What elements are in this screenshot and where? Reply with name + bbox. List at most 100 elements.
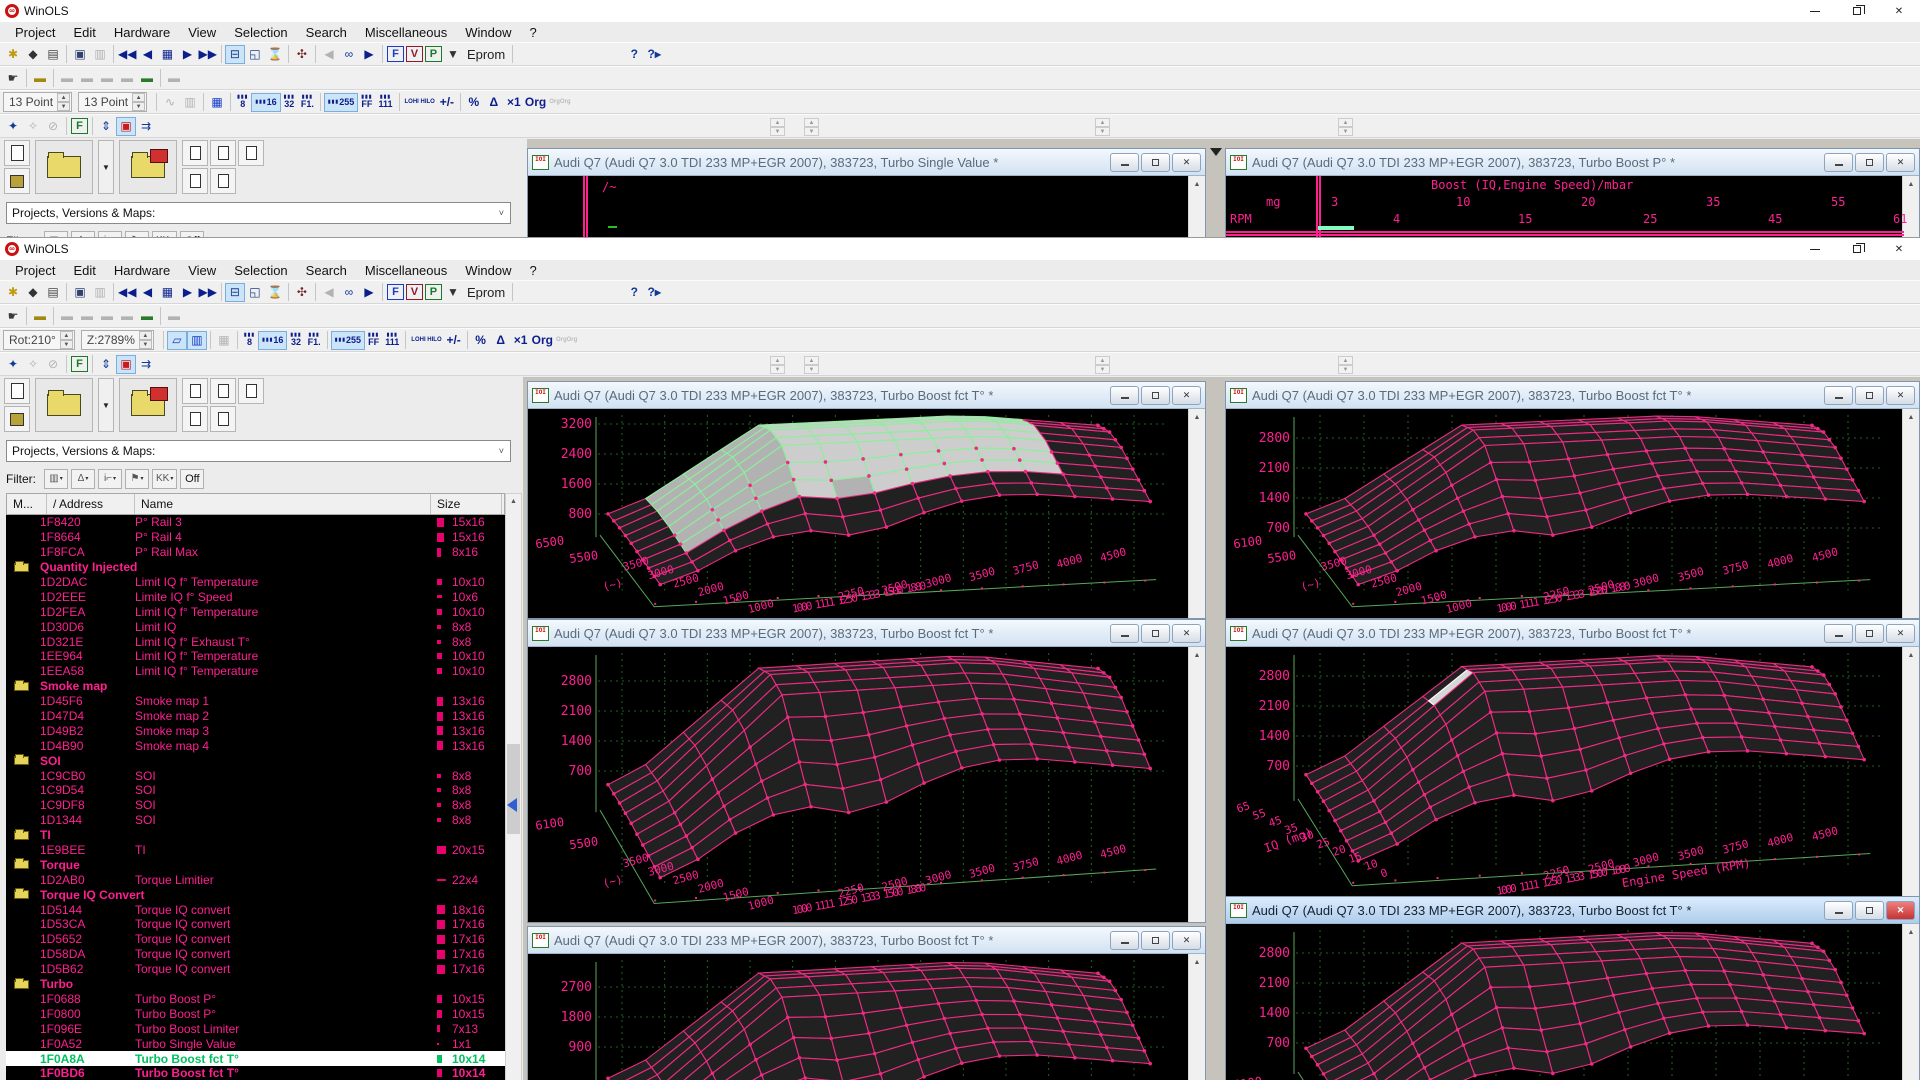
fmt-111-icon[interactable]: ▮▮▮111 <box>382 332 402 348</box>
filter-off-button[interactable]: Off <box>180 469 204 489</box>
row-spacing-icon[interactable]: ⇕ <box>96 355 116 374</box>
menu-item-selection[interactable]: Selection <box>225 262 296 279</box>
map-row[interactable]: 1D30D6Limit IQ8x8 <box>6 619 505 634</box>
column-header-name[interactable]: Name <box>135 494 431 514</box>
child-scrollbar[interactable]: ▲ <box>1188 176 1205 237</box>
rotation-spinner-up-icon[interactable]: ▲ <box>60 331 73 340</box>
map-row[interactable]: 1D1344SOI8x8 <box>6 813 505 828</box>
window-blue-icon[interactable]: ▣ <box>116 355 136 374</box>
x1-icon[interactable]: ×1 <box>504 93 524 112</box>
map-row[interactable]: 1F8664P° Rail 415x16 <box>6 530 505 545</box>
help-icon[interactable]: ? <box>624 283 644 302</box>
zoom-spinner-down-icon[interactable]: ▼ <box>139 340 152 349</box>
child-close-button[interactable]: ✕ <box>1886 624 1915 643</box>
rotation-spinner[interactable]: Rot:210°▲▼ <box>3 330 75 350</box>
col-spacing-icon[interactable]: ⇉ <box>136 117 156 136</box>
map-row[interactable]: 1D5B62Torque IQ convert17x16 <box>6 962 505 977</box>
spin-a-up-icon[interactable]: ▲ <box>770 118 785 127</box>
menu-item-hardware[interactable]: Hardware <box>105 262 179 279</box>
chip-id-icon[interactable]: ▬ <box>137 307 157 326</box>
map-folder-row[interactable]: Quantity Injected <box>6 560 505 575</box>
bits-8-icon[interactable]: ▮▮▮8 <box>234 94 251 110</box>
map-row[interactable]: 1E9BEETI20x15 <box>6 843 505 858</box>
chip-verify-icon[interactable]: ▬ <box>77 69 97 88</box>
open-project-dropdown[interactable]: ▼ <box>98 140 114 194</box>
chip-blank-icon[interactable]: ▬ <box>117 307 137 326</box>
x1-icon[interactable]: ×1 <box>511 331 531 350</box>
child-scrollbar[interactable]: ▲ <box>1902 176 1919 237</box>
menu-item-miscellaneous[interactable]: Miscellaneous <box>356 24 456 41</box>
minimize-button[interactable] <box>1794 238 1836 260</box>
map-folder-row[interactable]: Turbo <box>6 977 505 992</box>
bits-32-icon[interactable]: ▮▮▮32 <box>287 332 304 348</box>
map-wizard-icon[interactable]: ✦ <box>3 117 23 136</box>
child-close-button[interactable]: ✕ <box>1172 624 1201 643</box>
chip-erase-icon[interactable]: ▬ <box>97 69 117 88</box>
lohi-hilo-icon[interactable]: LOHI HILO <box>403 99 437 106</box>
child-titlebar[interactable]: IOIAudi Q7 (Audi Q7 3.0 TDI 233 MP+EGR 2… <box>1226 382 1919 409</box>
map-manual-icon[interactable]: ✧ <box>23 355 43 374</box>
scroll-up-icon[interactable]: ▲ <box>1189 648 1205 664</box>
nav-prev-icon[interactable]: ◀ <box>137 283 157 302</box>
version-wizard-button[interactable] <box>210 140 236 166</box>
spin-b-down-icon[interactable]: ▼ <box>804 365 819 374</box>
bars-3d-icon[interactable]: ▥ <box>180 93 200 112</box>
scroll-up-icon[interactable]: ▲ <box>1903 410 1919 426</box>
nav-first-icon[interactable]: ◀◀ <box>117 283 137 302</box>
close-button[interactable]: ✕ <box>1878 238 1920 260</box>
child-close-button[interactable]: ✕ <box>1886 901 1915 920</box>
view-dropdown-icon[interactable]: ▼ <box>443 45 463 64</box>
percent-icon[interactable]: % <box>464 93 484 112</box>
menu-item-[interactable]: ? <box>521 24 546 41</box>
value-view-icon[interactable]: V <box>406 284 423 300</box>
scroll-up-icon[interactable]: ▲ <box>1189 955 1205 971</box>
chip-write-icon[interactable]: ▬ <box>30 307 50 326</box>
chip-misc-icon[interactable]: ▬ <box>164 69 184 88</box>
chip-write-icon[interactable]: ▬ <box>30 69 50 88</box>
delta-icon[interactable]: Δ <box>484 93 504 112</box>
spin-a[interactable]: ▲▼ <box>770 118 785 136</box>
spin-b[interactable]: ▲▼ <box>804 356 819 374</box>
menu-item-[interactable]: ? <box>521 262 546 279</box>
column-header-m[interactable]: M... <box>7 494 47 514</box>
points-x-spinner-down-icon[interactable]: ▼ <box>57 102 70 111</box>
import-file-button[interactable] <box>119 378 177 432</box>
child-restore-button[interactable] <box>1141 153 1170 172</box>
nav-next-icon[interactable]: ▶ <box>177 283 197 302</box>
scroll-thumb[interactable] <box>507 744 520 834</box>
export-f-icon[interactable]: F <box>71 118 88 134</box>
bits-32-icon[interactable]: ▮▮▮32 <box>281 94 298 110</box>
col-spacing-icon[interactable]: ⇉ <box>136 355 156 374</box>
menu-item-search[interactable]: Search <box>297 24 356 41</box>
close-button[interactable]: ✕ <box>1878 0 1920 22</box>
menu-item-edit[interactable]: Edit <box>64 24 104 41</box>
child-titlebar[interactable]: IOIAudi Q7 (Audi Q7 3.0 TDI 233 MP+EGR 2… <box>528 149 1205 176</box>
column-header-size[interactable]: Size <box>431 494 502 514</box>
help-icon[interactable]: ? <box>624 45 644 64</box>
map-row[interactable]: 1F096ETurbo Boost Limiter7x13 <box>6 1021 505 1036</box>
points-y-spinner-down-icon[interactable]: ▼ <box>132 102 145 111</box>
spin-b-down-icon[interactable]: ▼ <box>804 127 819 136</box>
column-header-address[interactable]: / Address <box>47 494 135 514</box>
spin-d[interactable]: ▲▼ <box>1338 118 1353 136</box>
tree-view-icon[interactable]: ⊟ <box>225 283 245 302</box>
map-wizard-icon[interactable]: ✦ <box>3 355 23 374</box>
new-project-button[interactable] <box>4 378 30 404</box>
connect-icon[interactable]: ✣ <box>292 45 312 64</box>
child-minimize-button[interactable] <box>1824 153 1853 172</box>
menu-item-search[interactable]: Search <box>297 262 356 279</box>
nav-last-icon[interactable]: ▶▶ <box>197 45 217 64</box>
search-next-icon[interactable]: ▶ <box>359 45 379 64</box>
map-row[interactable]: 1D53CATorque IQ convert17x16 <box>6 917 505 932</box>
menu-item-miscellaneous[interactable]: Miscellaneous <box>356 262 456 279</box>
child-scrollbar[interactable]: ▲ <box>1902 924 1919 1080</box>
spin-b[interactable]: ▲▼ <box>804 118 819 136</box>
context-help-icon[interactable]: ?▸ <box>644 283 664 302</box>
child-close-button[interactable]: ✕ <box>1172 153 1201 172</box>
scroll-up-icon[interactable]: ▲ <box>1903 925 1919 941</box>
map-row[interactable]: 1D2EEELimite IQ f° Speed10x6 <box>6 589 505 604</box>
points-y-spinner-updown[interactable]: ▲▼ <box>132 93 145 111</box>
menu-item-view[interactable]: View <box>179 262 225 279</box>
bits-8-icon[interactable]: ▮▮▮8 <box>241 332 258 348</box>
restore-button[interactable] <box>1836 238 1878 260</box>
